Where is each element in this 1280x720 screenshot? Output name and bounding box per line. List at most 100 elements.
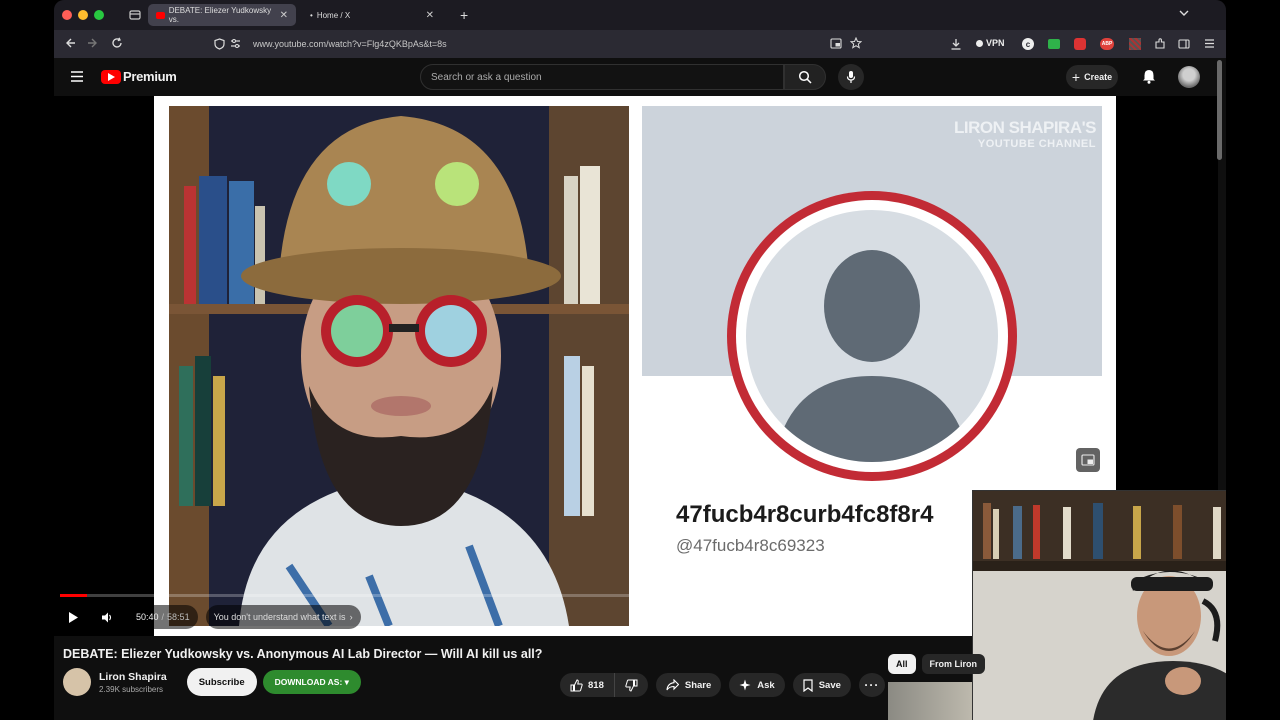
youtube-header: Premium Search or ask a question + Creat… [54,58,1226,96]
related-filter-chips: All From Liron [888,654,986,674]
close-window-button[interactable] [62,10,72,20]
more-horizontal-icon: ··· [864,678,880,692]
microphone-icon [846,70,856,84]
shield-icon[interactable] [214,38,225,50]
extension-adblock-icon[interactable]: ABP [1100,38,1114,50]
save-label: Save [818,679,841,691]
volume-button[interactable] [94,605,120,629]
minimize-window-button[interactable] [78,10,88,20]
subscribe-button[interactable]: Subscribe [186,668,257,696]
extension-green-icon[interactable] [1048,39,1060,49]
voice-search-button[interactable] [838,64,864,90]
picture-in-picture-icon[interactable] [830,38,842,49]
search-input[interactable]: Search or ask a question [420,64,784,90]
like-dislike-group: 818 [560,673,648,697]
watermark-line1: LIRON SHAPIRA'S [954,118,1097,137]
webcam-overlay [972,490,1226,720]
time-current: 50:40 [136,612,159,622]
notifications-bell-icon[interactable] [1142,69,1156,84]
ask-button[interactable]: Ask [729,673,785,697]
download-icon[interactable] [950,38,962,50]
create-button[interactable]: + Create [1066,65,1118,89]
tab-overview-icon[interactable] [128,8,142,22]
tab-label: Home / X [316,10,351,20]
share-button[interactable]: Share [655,673,722,697]
time-total: 58:51 [167,612,190,622]
dislike-button[interactable] [615,679,648,692]
sidebar-toggle-icon[interactable] [1178,38,1190,50]
address-bar[interactable]: www.youtube.com/watch?v=Flg4zQKBpAs&t=8s [206,33,866,55]
like-button[interactable]: 818 [560,673,615,697]
video-left-speaker [169,106,629,626]
play-button[interactable] [60,605,86,629]
dot-icon: • [310,10,313,20]
reload-icon[interactable] [111,37,123,49]
video-title: DEBATE: Eliezer Yudkowsky vs. Anonymous … [63,647,543,661]
thumbs-up-icon [570,678,583,692]
channel-row: Liron Shapira 2.39K subscribers Subscrib… [63,668,361,696]
play-icon [68,611,78,623]
logo-text: Premium [123,69,177,84]
watermark-line2: YOUTUBE CHANNEL [977,138,1096,150]
maximize-window-button[interactable] [94,10,104,20]
anonymous-avatar-icon [727,191,1017,481]
vpn-indicator-icon [976,39,983,47]
forward-icon[interactable] [87,37,99,49]
navigation-bar: www.youtube.com/watch?v=Flg4zQKBpAs&t=8s… [54,30,1226,58]
related-video-thumbnail[interactable] [888,682,972,720]
extension-c-icon[interactable]: c [1022,38,1034,50]
progress-bar[interactable] [60,594,976,597]
chevron-down-icon[interactable] [1178,8,1190,18]
download-as-button[interactable]: DOWNLOAD AS: ▾ [262,670,361,694]
tab-youtube-debate[interactable]: DEBATE: Eliezer Yudkowsky vs. ✕ [148,4,296,26]
menu-hamburger-icon[interactable] [1204,38,1215,49]
time-separator: / [161,612,165,622]
tab-bar: DEBATE: Eliezer Yudkowsky vs. ✕ • Home /… [54,0,1226,30]
youtube-favicon-icon [156,11,165,19]
share-icon [666,679,679,691]
like-count: 818 [588,679,604,691]
thumbs-down-icon [625,679,638,692]
account-avatar[interactable] [1178,66,1200,88]
bookmark-star-icon[interactable] [850,37,862,49]
tab-x-home[interactable]: • Home / X ✕ [302,4,442,26]
browser-window: DEBATE: Eliezer Yudkowsky vs. ✕ • Home /… [54,0,1226,720]
close-tab-icon[interactable]: ✕ [426,10,434,21]
ask-label: Ask [757,679,775,691]
miniplayer-icon[interactable] [1076,448,1100,472]
page-scrollbar[interactable] [1217,60,1222,160]
chip-from-liron[interactable]: From Liron [921,654,986,674]
player-controls: 50:40 / 58:51 You don't understand what … [60,604,361,630]
chip-all[interactable]: All [888,654,916,674]
guide-menu-icon[interactable] [70,70,84,83]
more-actions-button[interactable]: ··· [858,673,885,697]
subscriber-count: 2.39K subscribers [99,684,164,694]
search-button[interactable] [784,64,826,90]
youtube-premium-logo[interactable]: Premium [101,69,177,84]
extension-pattern-icon[interactable] [1129,38,1141,50]
close-tab-icon[interactable]: ✕ [280,10,288,21]
extensions-puzzle-icon[interactable] [1154,38,1166,50]
channel-avatar[interactable] [63,668,91,696]
chapter-button[interactable]: You don't understand what text is › [205,605,361,629]
plus-icon: + [1071,69,1081,85]
site-settings-icon[interactable] [230,38,241,49]
chevron-right-icon: › [349,612,353,622]
extension-shield-icon[interactable] [1074,38,1086,50]
tab-label: DEBATE: Eliezer Yudkowsky vs. [168,6,272,24]
youtube-logo-icon [101,69,121,84]
window-controls [62,10,104,20]
back-icon[interactable] [64,37,76,49]
progress-played [60,594,88,597]
search-placeholder: Search or ask a question [431,71,542,83]
new-tab-icon[interactable]: + [460,7,468,23]
channel-name[interactable]: Liron Shapira [99,671,167,683]
search-icon [798,70,812,84]
vpn-label: VPN [986,38,1005,48]
vpn-button[interactable]: VPN [976,38,1005,48]
channel-info: Liron Shapira 2.39K subscribers [99,671,167,694]
save-button[interactable]: Save [792,673,851,697]
bookmark-icon [803,678,813,692]
sparkle-icon [739,679,751,691]
url-text[interactable]: www.youtube.com/watch?v=Flg4zQKBpAs&t=8s [253,39,447,49]
